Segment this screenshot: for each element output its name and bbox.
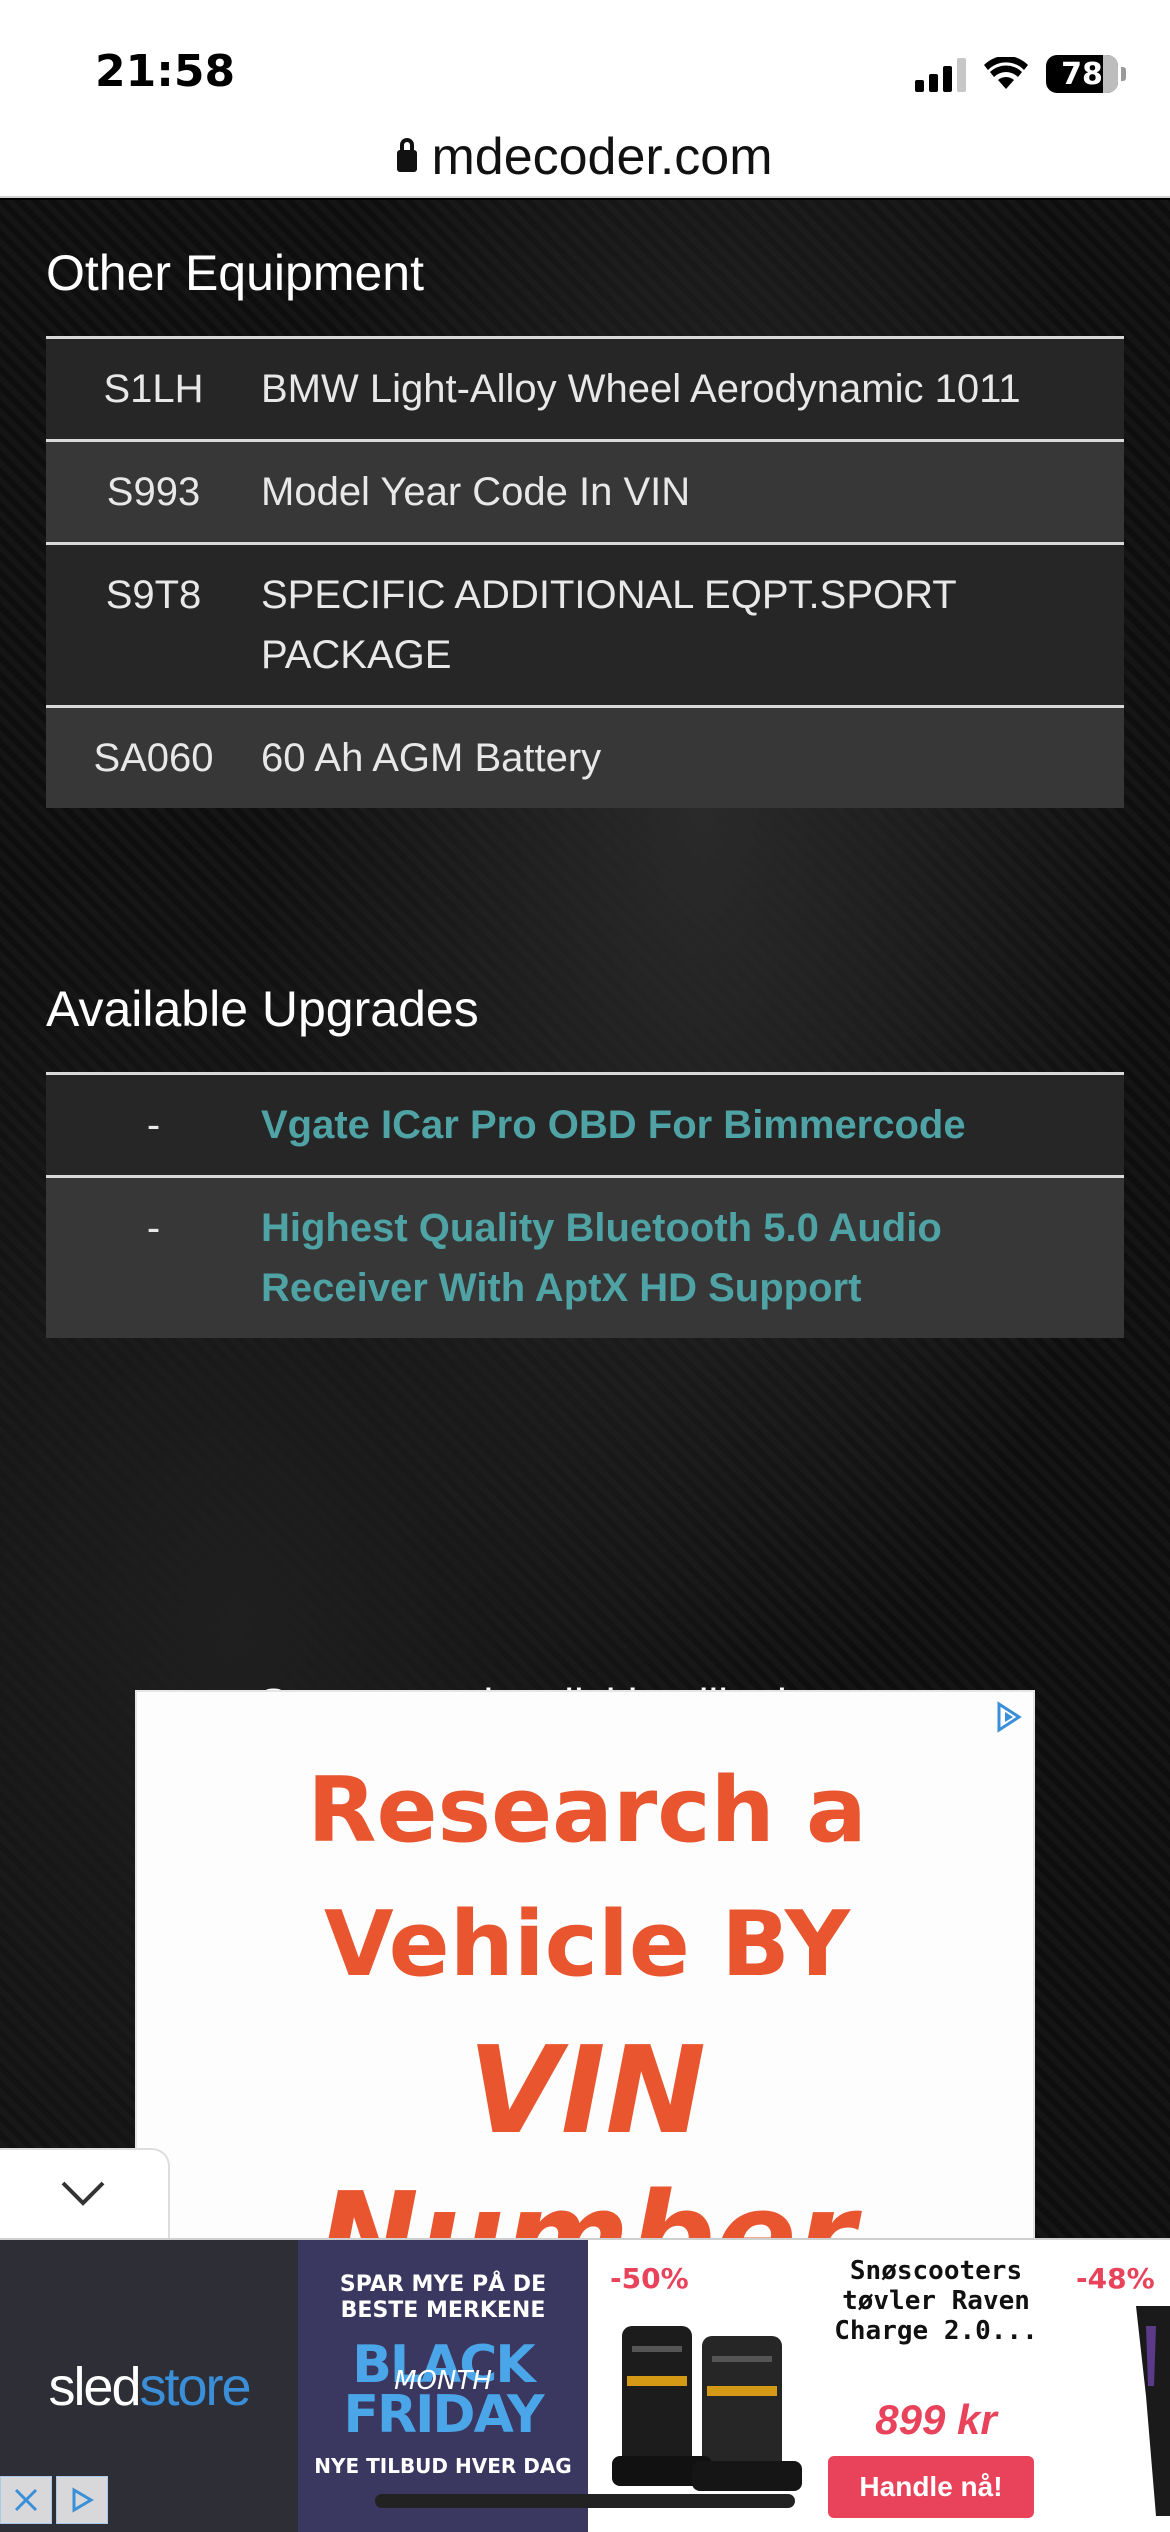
available-upgrades-table: - Vgate ICar Pro OBD For Bimmercode - Hi…: [46, 1072, 1124, 1338]
option-description: 60 Ah AGM Battery: [261, 736, 602, 780]
table-row: - Highest Quality Bluetooth 5.0 Audio Re…: [46, 1175, 1124, 1338]
bottom-banner-ad[interactable]: sled store SPAR MYE PÅ DE BESTE MERKENE B…: [0, 2238, 1170, 2532]
status-bar: 21:58 78: [0, 0, 1170, 130]
discount-badge: -50%: [610, 2262, 689, 2295]
boot-image: [612, 2326, 802, 2491]
close-ad-button[interactable]: [0, 2476, 52, 2524]
url-text: mdecoder.com: [431, 128, 773, 186]
lock-icon: [397, 138, 418, 172]
other-equipment-title: Other Equipment: [46, 245, 424, 301]
buy-now-button[interactable]: Handle nå!: [828, 2456, 1034, 2518]
available-upgrades-title: Available Upgrades: [46, 981, 479, 1037]
chevron-down-icon: [61, 2181, 105, 2206]
adchoices-button[interactable]: [56, 2476, 108, 2524]
apparel-image: [1136, 2306, 1170, 2516]
black-friday-promo[interactable]: SPAR MYE PÅ DE BESTE MERKENE BLACK FRIDA…: [298, 2240, 588, 2532]
cellular-signal-icon: [915, 56, 966, 92]
ad-headline-1: Research a: [307, 1758, 867, 1863]
table-row: SA060 60 Ah AGM Battery: [46, 705, 1124, 808]
adchoices-icon[interactable]: [991, 1700, 1025, 1734]
battery-level: 78: [1061, 56, 1103, 92]
option-code: S993: [106, 470, 201, 514]
promo-bottom-text: NYE TILBUD HVER DAG: [314, 2454, 572, 2478]
table-row: S993 Model Year Code In VIN: [46, 439, 1124, 542]
promo-top-text: SPAR MYE PÅ DE BESTE MERKENE: [339, 2272, 547, 2323]
ad-headline-3: VIN: [468, 2022, 706, 2161]
address-bar[interactable]: mdecoder.com: [0, 118, 1170, 198]
home-indicator[interactable]: [375, 2494, 795, 2508]
table-row: - Vgate ICar Pro OBD For Bimmercode: [46, 1072, 1124, 1175]
upgrade-link[interactable]: Vgate ICar Pro OBD For Bimmercode: [261, 1075, 1124, 1175]
option-code: S1LH: [103, 367, 204, 411]
status-time: 21:58: [95, 46, 236, 97]
product-price: 899 kr: [875, 2396, 997, 2443]
upgrade-code: -: [146, 1206, 161, 1250]
ad-controls: [0, 2476, 108, 2532]
option-description: BMW Light-Alloy Wheel Aerodynamic 1011: [261, 367, 1021, 411]
status-icons: 78: [915, 50, 1126, 98]
discount-badge: -48%: [1076, 2262, 1155, 2295]
battery-icon: 78: [1046, 55, 1126, 93]
product-name: Snøscooters tøvler Raven Charge 2.0...: [834, 2256, 1038, 2346]
option-description: SPECIFIC ADDITIONAL EQPT.SPORT PACKAGE: [261, 573, 956, 677]
product-card[interactable]: -48%: [1066, 2246, 1170, 2528]
other-equipment-table: S1LH BMW Light-Alloy Wheel Aerodynamic 1…: [46, 336, 1124, 808]
option-description: Model Year Code In VIN: [261, 470, 691, 514]
ad-banner[interactable]: Research a Vehicle BY VIN Number: [135, 1690, 1035, 2250]
option-code: SA060: [93, 736, 214, 780]
ad-headline-2: Vehicle BY: [323, 1892, 851, 1997]
option-code: S9T8: [105, 573, 202, 617]
table-row: S9T8 SPECIFIC ADDITIONAL EQPT.SPORT PACK…: [46, 542, 1124, 705]
table-row: S1LH BMW Light-Alloy Wheel Aerodynamic 1…: [46, 336, 1124, 439]
upgrade-link[interactable]: Highest Quality Bluetooth 5.0 Audio Rece…: [261, 1178, 1124, 1338]
wifi-icon: [984, 57, 1028, 89]
upgrade-code: -: [146, 1103, 161, 1147]
product-card[interactable]: -50% Snøscooters tøvler Raven Charge 2.0…: [596, 2246, 1066, 2528]
adchoices-icon: [72, 2487, 94, 2513]
collapse-ad-button[interactable]: [0, 2148, 170, 2240]
promo-script-text: MONTH: [394, 2366, 492, 2396]
close-icon: [14, 2488, 38, 2512]
